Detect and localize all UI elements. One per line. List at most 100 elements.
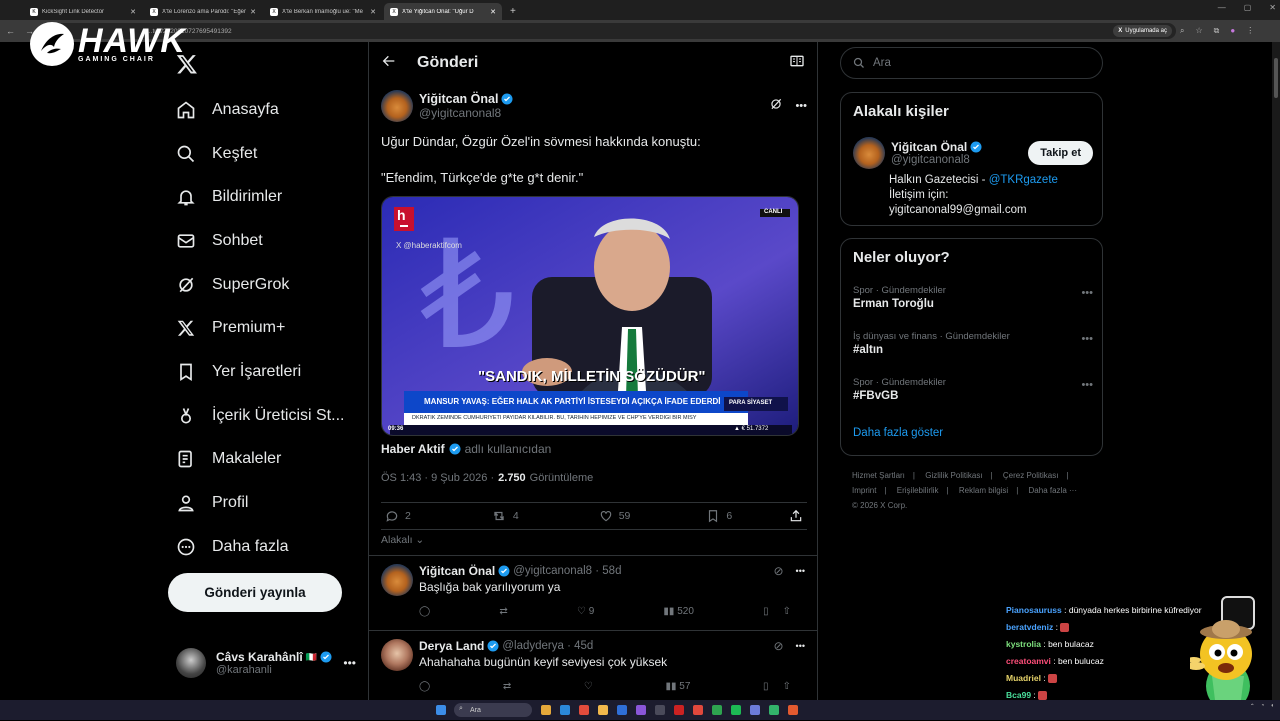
- bookmark-icon[interactable]: ▯: [763, 606, 769, 617]
- sidebar-item-more[interactable]: Daha fazla: [168, 525, 344, 569]
- reply-icon[interactable]: ◯: [419, 681, 430, 692]
- more-dots-icon[interactable]: •••: [1081, 379, 1093, 391]
- more-dots-icon[interactable]: •••: [796, 566, 805, 576]
- reply-author[interactable]: Derya Land: [419, 639, 484, 653]
- sidebar-item-notifications[interactable]: Bildirimler: [168, 175, 344, 219]
- zoom-icon[interactable]: ⌕: [1180, 26, 1184, 36]
- footer-link[interactable]: Erişilebilirlik: [897, 486, 939, 495]
- account-switcher[interactable]: Câvs Karahânlî 🇮🇹 @karahanli •••: [176, 645, 356, 681]
- scrollbar-thumb[interactable]: [1274, 58, 1278, 98]
- browser-tab[interactable]: K KickSight Link Detector ✕: [24, 3, 142, 20]
- avatar[interactable]: [381, 639, 413, 671]
- bookmark-button[interactable]: 6: [706, 509, 732, 523]
- grok-icon[interactable]: ⊘: [773, 639, 783, 653]
- app-icon[interactable]: [769, 705, 779, 715]
- wifi-icon[interactable]: ◔: [1261, 703, 1265, 710]
- edge-icon[interactable]: [560, 705, 570, 715]
- footer-link[interactable]: Hizmet Şartları: [852, 471, 905, 480]
- more-dots-icon[interactable]: •••: [343, 656, 356, 670]
- grok-icon[interactable]: [769, 97, 783, 116]
- person-name[interactable]: Yiğitcan Önal: [891, 140, 967, 154]
- source-name[interactable]: Haber Aktif: [381, 442, 445, 456]
- more-dots-icon[interactable]: •••: [1081, 287, 1093, 299]
- app-icon[interactable]: [655, 705, 665, 715]
- taskbar-search[interactable]: ⌕ Ara: [454, 703, 532, 717]
- speaker-icon[interactable]: ◖: [1270, 703, 1274, 710]
- footer-link[interactable]: Imprint: [852, 486, 876, 495]
- app-icon[interactable]: [788, 705, 798, 715]
- browser-tab[interactable]: X X'te Berkan İmamoğlu ue: "Me ✕: [264, 3, 382, 20]
- minimize-icon[interactable]: —: [1218, 3, 1226, 12]
- reply-item[interactable]: Yiğitcan Önal @yigitcanonal8 · 58d ⊘ ••• …: [369, 555, 817, 625]
- like-button[interactable]: 59: [599, 509, 630, 523]
- person-handle[interactable]: @yigitcanonal8: [891, 154, 982, 166]
- widget-icon[interactable]: [541, 705, 551, 715]
- sidebar-item-creator-studio[interactable]: İçerik Üreticisi St...: [168, 394, 344, 438]
- star-icon[interactable]: ☆: [1195, 26, 1202, 36]
- more-dots-icon[interactable]: •••: [1081, 333, 1093, 345]
- sidebar-item-profile[interactable]: Profil: [168, 481, 344, 525]
- like-button[interactable]: ♡: [584, 681, 593, 692]
- open-in-app-button[interactable]: X Uygulamada aç: [1113, 25, 1172, 37]
- back-arrow-icon[interactable]: [381, 53, 397, 74]
- app-icon[interactable]: [712, 705, 722, 715]
- browser-tab[interactable]: X X'te Lorenzo ama Parodi: "Eğer ✕: [144, 3, 262, 20]
- reply-item[interactable]: Derya Land @ladyderya · 45d ⊘ ••• Ahahaha…: [369, 630, 817, 700]
- avatar[interactable]: [853, 137, 885, 169]
- trend-item[interactable]: Spor · Gündemdekiler Erman Toroğlu •••: [853, 285, 1093, 310]
- footer-link[interactable]: Daha fazla ···: [1029, 486, 1077, 495]
- show-more-link[interactable]: Daha fazla göster: [853, 427, 943, 439]
- reply-icon[interactable]: ◯: [419, 606, 430, 617]
- app-icon[interactable]: [617, 705, 627, 715]
- sidebar-item-home[interactable]: Anasayfa: [168, 88, 344, 132]
- author-name[interactable]: Yiğitcan Önal: [419, 92, 498, 106]
- sidebar-item-articles[interactable]: Makaleler: [168, 438, 344, 482]
- sidebar-item-premium[interactable]: Premium+: [168, 306, 344, 350]
- url-field[interactable]: …tus/2020810727695491392 X Uygulamada aç: [46, 23, 1176, 39]
- follow-button[interactable]: Takip et: [1028, 141, 1093, 165]
- more-dots-icon[interactable]: •••: [796, 641, 805, 651]
- close-icon[interactable]: ✕: [130, 8, 136, 16]
- app-icon[interactable]: [750, 705, 760, 715]
- repost-icon[interactable]: ⇄: [503, 681, 511, 692]
- app-icon[interactable]: [674, 705, 684, 715]
- avatar[interactable]: [381, 90, 413, 122]
- sidebar-item-bookmarks[interactable]: Yer İşaretleri: [168, 350, 344, 394]
- footer-link[interactable]: Reklam bilgisi: [959, 486, 1008, 495]
- sidebar-item-explore[interactable]: Keşfet: [168, 132, 344, 176]
- sidebar-item-supergrok[interactable]: SuperGrok: [168, 263, 344, 307]
- like-button[interactable]: ♡ 9: [577, 606, 594, 617]
- profile-icon[interactable]: ●: [1230, 26, 1235, 36]
- app-icon[interactable]: [636, 705, 646, 715]
- repost-button[interactable]: 4: [491, 509, 519, 523]
- menu-icon[interactable]: ⋮: [1246, 26, 1254, 36]
- reply-handle[interactable]: @yigitcanonal8 · 58d: [513, 565, 621, 577]
- post-video[interactable]: ₺ h CANLI X @haberaktifcom "SANDIK, MİLL…: [381, 196, 799, 436]
- views-button[interactable]: ▮▮ 57: [665, 681, 690, 692]
- avatar[interactable]: [381, 564, 413, 596]
- search-input[interactable]: Ara: [840, 47, 1103, 79]
- reader-mode-icon[interactable]: [789, 53, 805, 74]
- app-icon[interactable]: [693, 705, 703, 715]
- maximize-icon[interactable]: ▢: [1244, 3, 1252, 12]
- close-icon[interactable]: ✕: [370, 8, 376, 16]
- reply-sort-dropdown[interactable]: Alakalı ⌄: [381, 534, 424, 546]
- person-item[interactable]: Yiğitcan Önal @yigitcanonal8 Takip et Ha…: [853, 137, 1093, 218]
- share-icon[interactable]: ⇧: [783, 606, 791, 617]
- post-button[interactable]: Gönderi yayınla: [168, 573, 342, 612]
- grok-icon[interactable]: ⊘: [773, 564, 783, 578]
- post-timestamp[interactable]: ÖS 1:43 · 9 Şub 2026 ·: [381, 472, 494, 484]
- reply-handle[interactable]: @ladyderya · 45d: [502, 640, 593, 652]
- sidebar-item-messages[interactable]: Sohbet: [168, 219, 344, 263]
- bio-link[interactable]: @TKRgazete: [989, 174, 1058, 186]
- browser-tab-active[interactable]: X X'te Yiğitcan Önal: "Uğur D ✕: [384, 3, 502, 20]
- extensions-icon[interactable]: ⧉: [1214, 26, 1220, 36]
- reply-author[interactable]: Yiğitcan Önal: [419, 564, 495, 578]
- new-tab-button[interactable]: +: [504, 3, 522, 20]
- views-button[interactable]: ▮▮ 520: [663, 606, 693, 617]
- trend-item[interactable]: İş dünyası ve finans · Gündemdekiler #al…: [853, 331, 1093, 356]
- trend-item[interactable]: Spor · Gündemdekiler #FBvGB •••: [853, 377, 1093, 402]
- footer-link[interactable]: Çerez Politikası: [1003, 471, 1059, 480]
- footer-link[interactable]: Gizlilik Politikası: [925, 471, 982, 480]
- chrome-icon[interactable]: [579, 705, 589, 715]
